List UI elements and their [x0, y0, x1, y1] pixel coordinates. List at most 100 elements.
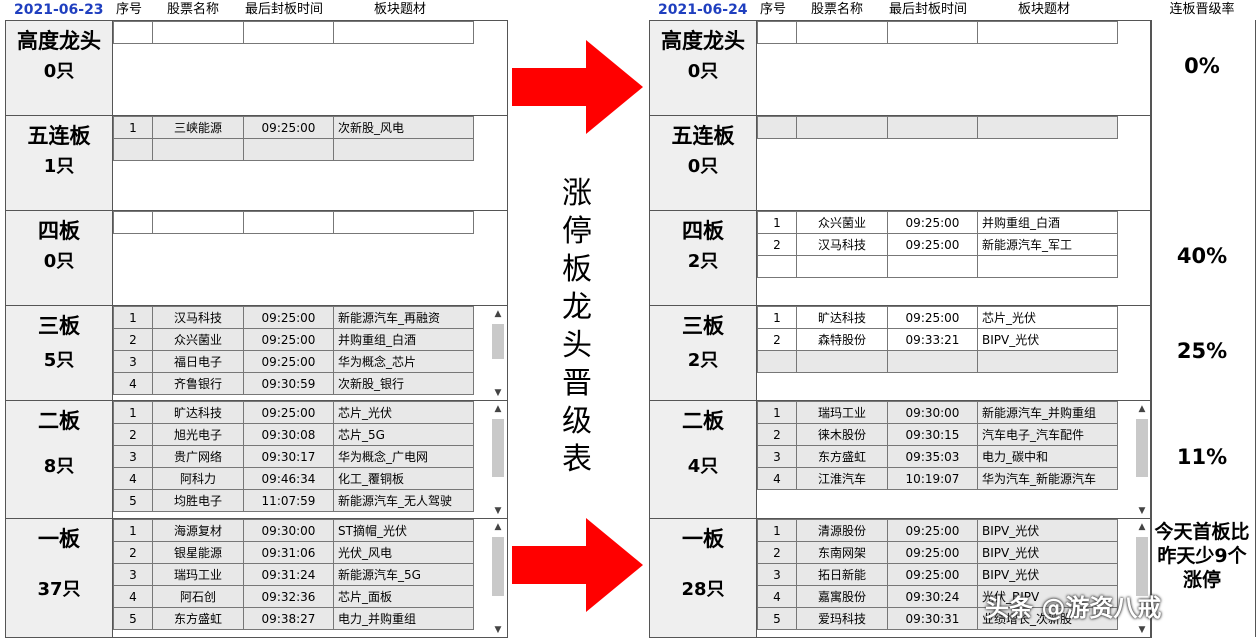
tier-count: 0只: [43, 251, 75, 272]
row-cell-empty: [977, 350, 1118, 373]
table-row[interactable]: 5 东方盛虹 09:38:27 电力_并购重组: [113, 607, 474, 630]
row-seal-time: [887, 116, 978, 139]
tier-label: 一板 37只: [6, 519, 113, 637]
row-theme: [977, 21, 1118, 44]
row-stock-name: 福日电子: [152, 350, 244, 373]
tier-section: 四板 0只: [6, 211, 508, 306]
table-row[interactable]: 2 旭光电子 09:30:08 芯片_5G: [113, 423, 474, 446]
row-seal-time: 09:25:00: [887, 306, 978, 329]
scroll-down-icon[interactable]: ▼: [491, 505, 505, 517]
scroll-thumb[interactable]: [492, 419, 504, 477]
tier-table: 1 旷达科技 09:25:00 芯片_光伏 2 森特股份 09:33:21 BIPV_光伏: [757, 306, 1118, 373]
table-row[interactable]: 5 均胜电子 11:07:59 新能源汽车_无人驾驶: [113, 489, 474, 512]
row-cell-empty: [757, 255, 797, 278]
table-row[interactable]: [757, 116, 1118, 139]
table-row[interactable]: 2 徕木股份 09:30:15 汽车电子_汽车配件: [757, 423, 1118, 446]
tier-title: 四板: [38, 219, 80, 243]
table-row[interactable]: 1 旷达科技 09:25:00 芯片_光伏: [757, 306, 1118, 329]
row-stock-name: 爱玛科技: [796, 607, 888, 630]
scroll-down-icon[interactable]: ▼: [491, 387, 505, 399]
row-cell-empty: [333, 138, 474, 161]
row-cell-empty: [887, 255, 978, 278]
table-row[interactable]: [113, 21, 474, 44]
table-row[interactable]: 1 众兴菌业 09:25:00 并购重组_白酒: [757, 211, 1118, 234]
scroll-up-icon[interactable]: ▲: [491, 308, 505, 320]
scrollbar[interactable]: ▲ ▼: [491, 308, 505, 399]
row-seal-time: 09:25:00: [887, 233, 978, 256]
tier-table: 1 海源复材 09:30:00 ST摘帽_光伏 2 银星能源 09:31:06 光伏_风电 3 瑞…: [113, 519, 474, 630]
row-seq: 4: [113, 372, 153, 395]
row-seq: 1: [757, 519, 797, 542]
table-row[interactable]: 1 三峡能源 09:25:00 次新股_风电: [113, 116, 474, 139]
table-row[interactable]: 3 东方盛虹 09:35:03 电力_碳中和: [757, 445, 1118, 468]
scroll-down-icon[interactable]: ▼: [1135, 624, 1149, 636]
table-row[interactable]: 4 齐鲁银行 09:30:59 次新股_银行: [113, 372, 474, 395]
scrollbar[interactable]: ▲ ▼: [491, 403, 505, 517]
row-seq: 1: [757, 401, 797, 424]
scroll-up-icon[interactable]: ▲: [1135, 521, 1149, 533]
table-row[interactable]: 3 贵广网络 09:30:17 华为概念_广电网: [113, 445, 474, 468]
table-row[interactable]: 3 福日电子 09:25:00 华为概念_芯片: [113, 350, 474, 373]
row-theme: 并购重组_白酒: [977, 211, 1118, 234]
table-row[interactable]: 1 清源股份 09:25:00 BIPV_光伏: [757, 519, 1118, 542]
table-row[interactable]: 4 阿科力 09:46:34 化工_覆铜板: [113, 467, 474, 490]
tier-table: 1 三峡能源 09:25:00 次新股_风电: [113, 116, 474, 161]
tier-section: 高度龙头 0只: [6, 21, 508, 116]
table-row[interactable]: 2 东南网架 09:25:00 BIPV_光伏: [757, 541, 1118, 564]
table-row[interactable]: [757, 21, 1118, 44]
table-row[interactable]: 1 海源复材 09:30:00 ST摘帽_光伏: [113, 519, 474, 542]
table-row[interactable]: 2 银星能源 09:31:06 光伏_风电: [113, 541, 474, 564]
table-row[interactable]: 2 众兴菌业 09:25:00 并购重组_白酒: [113, 328, 474, 351]
scroll-down-icon[interactable]: ▼: [491, 624, 505, 636]
row-theme: BIPV_光伏: [977, 563, 1118, 586]
tier-title: 一板: [682, 527, 724, 551]
row-seal-time: 09:38:27: [243, 607, 334, 630]
tier-title: 三板: [682, 314, 724, 338]
row-seq: [113, 211, 153, 234]
tier-section: 三板 2只 1 旷达科技 09:25:00 芯片_光伏 2 森特股份 09:33:21 BIPV_…: [650, 306, 1152, 401]
scroll-up-icon[interactable]: ▲: [491, 521, 505, 533]
scrollbar[interactable]: ▲ ▼: [1135, 403, 1149, 517]
table-row[interactable]: 1 瑞玛工业 09:30:00 新能源汽车_并购重组: [757, 401, 1118, 424]
row-seq: 1: [113, 401, 153, 424]
row-seq: [757, 21, 797, 44]
right-col-rate: 连板晋级率: [1169, 2, 1235, 17]
arrow-bottom-icon: [512, 518, 643, 612]
center-title-char: 板: [562, 252, 592, 287]
scroll-up-icon[interactable]: ▲: [1135, 403, 1149, 415]
scroll-thumb[interactable]: [1136, 419, 1148, 477]
row-theme: 芯片_光伏: [977, 306, 1118, 329]
row-stock-name: 拓日新能: [796, 563, 888, 586]
tier-section: 二板 8只 1 旷达科技 09:25:00 芯片_光伏 2 旭光电子 09:30:08 芯片_5G…: [6, 401, 508, 519]
table-row[interactable]: 2 森特股份 09:33:21 BIPV_光伏: [757, 328, 1118, 351]
table-row[interactable]: 1 旷达科技 09:25:00 芯片_光伏: [113, 401, 474, 424]
tier-title: 二板: [682, 409, 724, 433]
row-stock-name: 众兴菌业: [796, 211, 888, 234]
scroll-thumb[interactable]: [492, 537, 504, 596]
table-row[interactable]: 3 瑞玛工业 09:31:24 新能源汽车_5G: [113, 563, 474, 586]
table-row[interactable]: [113, 211, 474, 234]
table-row[interactable]: 4 阿石创 09:32:36 芯片_面板: [113, 585, 474, 608]
table-row[interactable]: 3 拓日新能 09:25:00 BIPV_光伏: [757, 563, 1118, 586]
scroll-up-icon[interactable]: ▲: [491, 403, 505, 415]
row-seal-time: 09:25:00: [243, 116, 334, 139]
scroll-down-icon[interactable]: ▼: [1135, 505, 1149, 517]
row-seq: 5: [113, 489, 153, 512]
scroll-thumb[interactable]: [492, 324, 504, 359]
tier-count: 2只: [687, 349, 719, 371]
row-seal-time: 09:25:00: [887, 211, 978, 234]
row-theme: 华为概念_广电网: [333, 445, 474, 468]
tier-title: 五连板: [27, 124, 91, 148]
tier-table: [113, 21, 474, 44]
table-row[interactable]: 2 汉马科技 09:25:00 新能源汽车_军工: [757, 233, 1118, 256]
tier-label: 四板 2只: [650, 211, 757, 305]
tier-count: 28只: [681, 579, 725, 600]
row-seq: 2: [757, 423, 797, 446]
scrollbar[interactable]: ▲ ▼: [491, 521, 505, 636]
table-row[interactable]: 1 汉马科技 09:25:00 新能源汽车_再融资: [113, 306, 474, 329]
row-seq: 3: [757, 563, 797, 586]
table-row[interactable]: 4 江淮汽车 10:19:07 华为汽车_新能源汽车: [757, 467, 1118, 490]
row-stock-name: 三峡能源: [152, 116, 244, 139]
row-seq: [757, 116, 797, 139]
center-title-char: 涨: [562, 176, 592, 211]
